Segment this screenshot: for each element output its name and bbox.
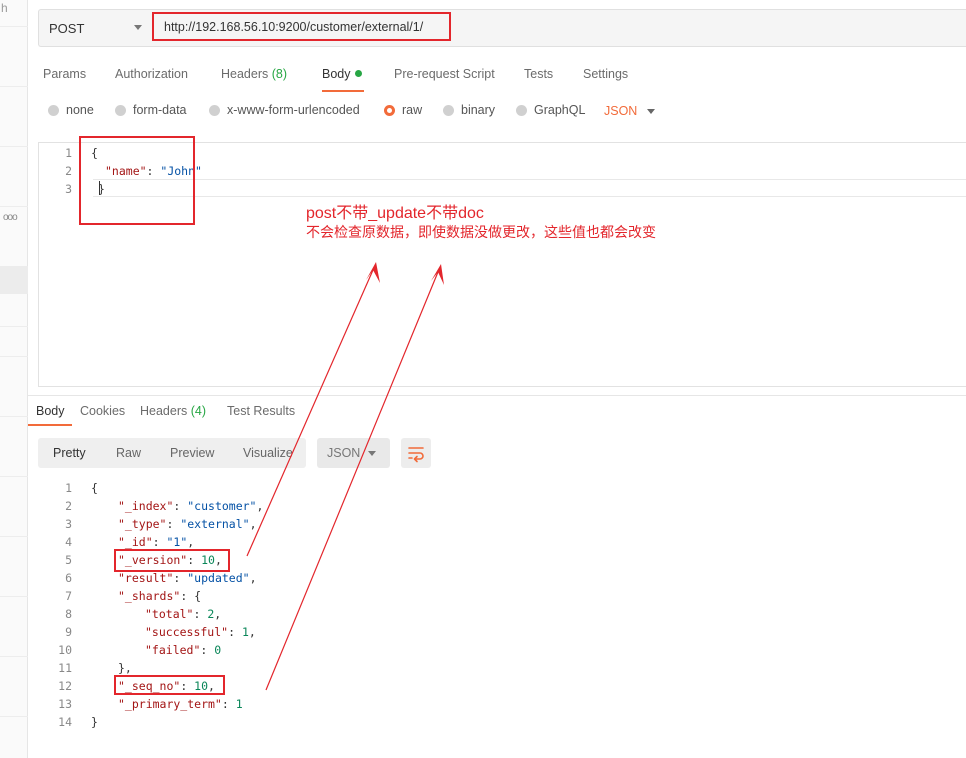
annotation-arrows [246, 262, 444, 691]
arrow-version [246, 269, 374, 557]
arrow-seq-no [265, 271, 439, 691]
